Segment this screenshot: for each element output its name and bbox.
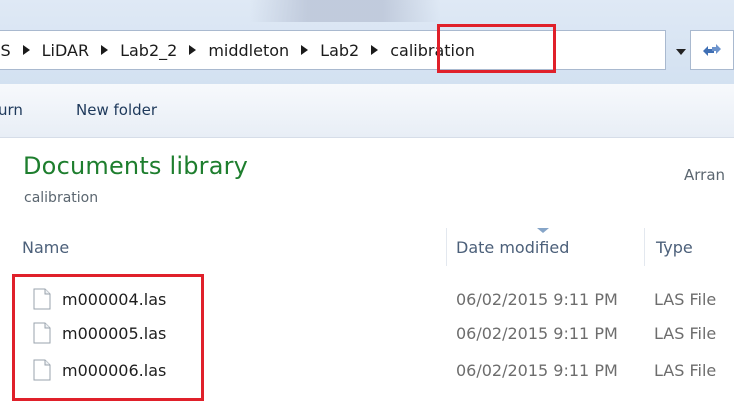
- column-divider[interactable]: [446, 228, 447, 266]
- breadcrumb-item-lab2-2[interactable]: Lab2_2: [118, 41, 179, 60]
- file-date-modified: 06/02/2015 9:11 PM: [456, 290, 618, 309]
- arrange-by-button[interactable]: Arran: [684, 166, 725, 184]
- file-name: m000006.las: [62, 361, 167, 380]
- new-folder-button[interactable]: New folder: [76, 101, 157, 119]
- file-type: LAS File: [654, 290, 717, 309]
- address-bar[interactable]: iS LiDAR Lab2_2 middleton Lab2 calibrati…: [0, 30, 666, 70]
- library-title: Documents library: [23, 152, 249, 180]
- file-date-modified: 06/02/2015 9:11 PM: [456, 324, 618, 343]
- breadcrumb-separator-icon[interactable]: [101, 45, 109, 55]
- breadcrumb-separator-icon[interactable]: [301, 45, 309, 55]
- library-subtitle: calibration: [24, 190, 99, 206]
- breadcrumb-item-root[interactable]: iS: [0, 41, 13, 60]
- file-name: m000004.las: [62, 290, 167, 309]
- file-icon: [33, 322, 51, 344]
- burn-button[interactable]: urn: [0, 101, 23, 119]
- sort-indicator-icon: [537, 228, 549, 233]
- column-header-type[interactable]: Type: [656, 238, 693, 257]
- refresh-icon: [703, 44, 721, 56]
- breadcrumb-separator-icon[interactable]: [189, 45, 197, 55]
- file-row[interactable]: m000004.las 06/02/2015 9:11 PM LAS File: [0, 284, 734, 316]
- breadcrumb-item-lidar[interactable]: LiDAR: [40, 41, 91, 60]
- command-toolbar: urn New folder: [0, 84, 734, 138]
- breadcrumb-item-lab2[interactable]: Lab2: [318, 41, 361, 60]
- chevron-down-icon[interactable]: [676, 49, 686, 55]
- file-icon: [33, 359, 51, 381]
- column-header-date-modified[interactable]: Date modified: [456, 238, 569, 257]
- column-header-name[interactable]: Name: [22, 238, 69, 257]
- breadcrumb: iS LiDAR Lab2_2 middleton Lab2 calibrati…: [0, 31, 477, 69]
- breadcrumb-item-calibration[interactable]: calibration: [388, 41, 477, 60]
- file-date-modified: 06/02/2015 9:11 PM: [456, 361, 618, 380]
- file-type: LAS File: [654, 361, 717, 380]
- breadcrumb-item-middleton[interactable]: middleton: [206, 41, 291, 60]
- breadcrumb-separator-icon[interactable]: [22, 45, 30, 55]
- file-row[interactable]: m000006.las 06/02/2015 9:11 PM LAS File: [0, 355, 734, 387]
- breadcrumb-separator-icon[interactable]: [371, 45, 379, 55]
- column-divider[interactable]: [644, 228, 645, 266]
- refresh-button[interactable]: [690, 30, 734, 70]
- file-icon: [33, 288, 51, 310]
- blurred-title-area: [250, 0, 440, 22]
- file-row[interactable]: m000005.las 06/02/2015 9:11 PM LAS File: [0, 318, 734, 350]
- file-name: m000005.las: [62, 324, 167, 343]
- file-type: LAS File: [654, 324, 717, 343]
